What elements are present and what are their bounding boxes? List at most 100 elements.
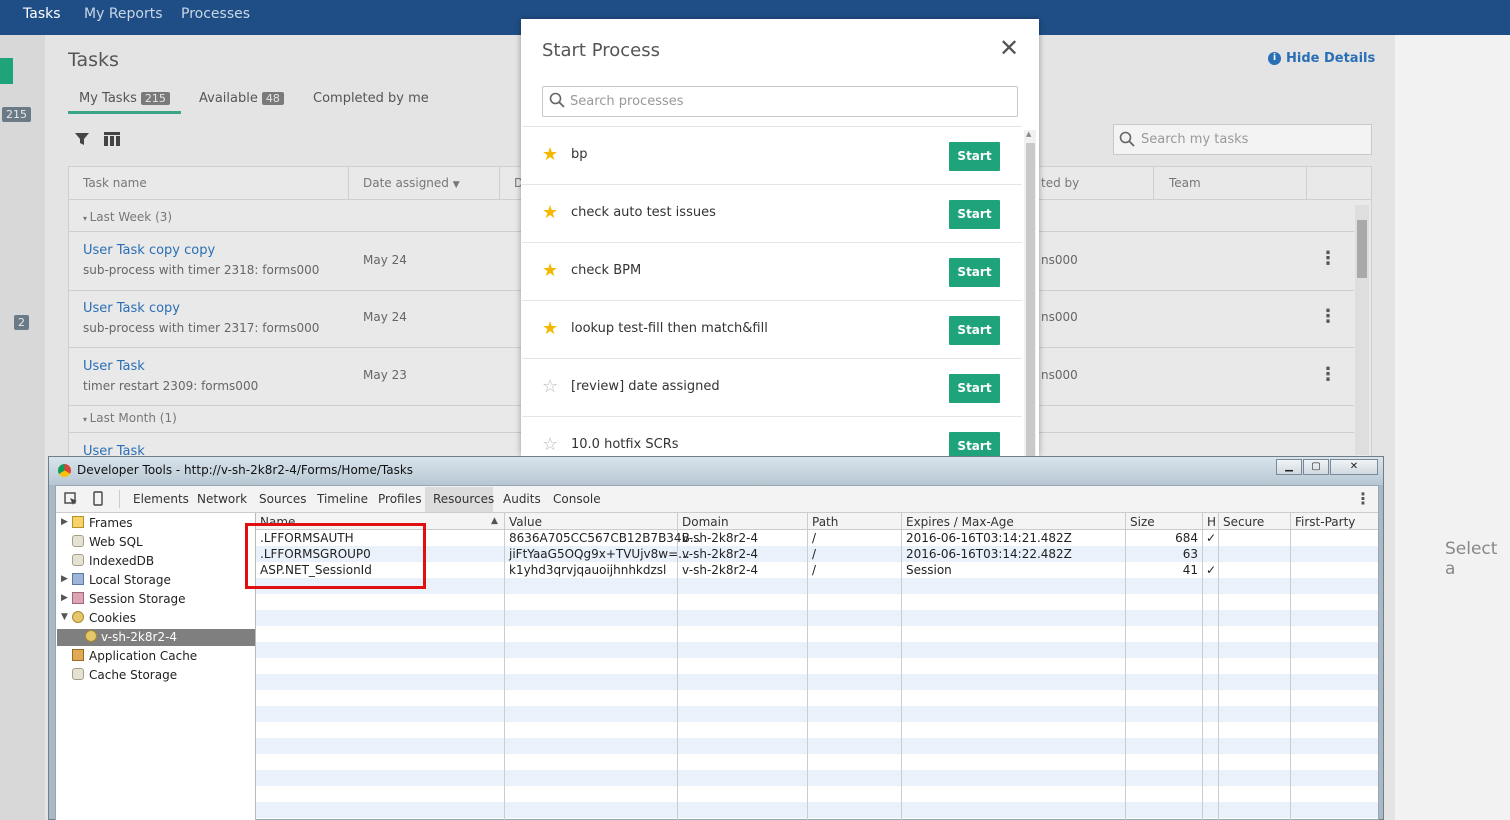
cookie-path[interactable]: / <box>812 563 816 577</box>
devtools-tab-sources[interactable]: Sources <box>259 492 306 506</box>
expand-arrow-icon[interactable]: ▶ <box>61 517 68 527</box>
star-filled-icon[interactable]: ★ <box>542 144 558 165</box>
nav-my-reports[interactable]: My Reports <box>84 6 163 22</box>
task-title-link[interactable]: User Task <box>83 359 145 374</box>
devtools-tab-network[interactable]: Network <box>197 492 247 506</box>
cookie-size[interactable]: 63 <box>1130 547 1198 561</box>
cookie-value[interactable]: jiFtYaaG5OQg9x+TVUjv8w=... <box>509 547 690 561</box>
storage-grid-icon <box>72 573 84 585</box>
star-filled-icon[interactable]: ★ <box>542 260 558 281</box>
search-tasks-input[interactable]: Search my tasks <box>1113 124 1372 155</box>
columns-icon[interactable] <box>103 131 121 151</box>
column-divider <box>1153 167 1154 199</box>
grid-header-first-party[interactable]: First-Party <box>1295 515 1355 529</box>
group-header-last-month[interactable]: ▾ Last Month (1) <box>83 411 177 425</box>
star-filled-icon[interactable]: ★ <box>542 202 558 223</box>
close-icon[interactable]: ✕ <box>999 34 1019 62</box>
device-mode-icon[interactable] <box>93 491 103 510</box>
grid-column-divider <box>901 513 902 820</box>
cookie-domain[interactable]: v-sh-2k8r2-4 <box>682 563 758 577</box>
row-menu-icon[interactable]: ⋮ <box>1319 364 1337 385</box>
cookie-path[interactable]: / <box>812 531 816 545</box>
filter-icon[interactable] <box>74 131 90 151</box>
devtools-tab-timeline[interactable]: Timeline <box>317 492 368 506</box>
process-name: lookup test-fill then match&fill <box>571 321 768 336</box>
tree-item-session-storage[interactable]: Session Storage <box>89 592 186 606</box>
table-scroll-thumb[interactable] <box>1357 220 1367 278</box>
grid-header-size[interactable]: Size <box>1130 515 1155 529</box>
grid-header-expires[interactable]: Expires / Max-Age <box>906 515 1014 529</box>
cookie-value[interactable]: 8636A705CC567CB12B7B34B... <box>509 531 701 545</box>
column-header-date-assigned[interactable]: Date assigned ▼ <box>363 176 460 190</box>
star-outline-icon[interactable]: ☆ <box>542 434 558 455</box>
hide-details-link[interactable]: i Hide Details <box>1268 51 1375 66</box>
collapse-arrow-icon[interactable]: ▼ <box>61 612 68 622</box>
page-title: Tasks <box>68 49 119 71</box>
cookie-domain[interactable]: v-sh-2k8r2-4 <box>682 531 758 545</box>
grid-header-http[interactable]: H <box>1207 515 1216 529</box>
row-menu-icon[interactable]: ⋮ <box>1319 248 1337 269</box>
minimize-icon[interactable]: ▁ <box>1276 459 1302 475</box>
grid-header-value[interactable]: Value <box>509 515 542 529</box>
star-filled-icon[interactable]: ★ <box>542 318 558 339</box>
tree-item-cookie-domain[interactable]: v-sh-2k8r2-4 <box>101 630 177 644</box>
devtools-tab-profiles[interactable]: Profiles <box>378 492 422 506</box>
column-header-team[interactable]: Team <box>1169 176 1201 190</box>
task-title-link[interactable]: User Task copy <box>83 301 180 316</box>
grid-stripe <box>256 642 1378 658</box>
tree-item-web-sql[interactable]: Web SQL <box>89 535 143 549</box>
devtools-tab-console[interactable]: Console <box>553 492 601 506</box>
cookie-size[interactable]: 41 <box>1130 563 1198 577</box>
tree-item-cookies[interactable]: Cookies <box>89 611 136 625</box>
cookie-expires[interactable]: Session <box>906 563 952 577</box>
tab-label: Available <box>199 91 258 106</box>
tree-item-cache-storage[interactable]: Cache Storage <box>89 668 177 682</box>
start-button[interactable]: Start <box>949 200 1000 229</box>
devtools-menu-icon[interactable]: ⋮ <box>1355 489 1371 508</box>
start-button[interactable]: Start <box>949 258 1000 287</box>
devtools-tab-audits[interactable]: Audits <box>503 492 541 506</box>
group-header-last-week[interactable]: ▾ Last Week (3) <box>83 210 172 224</box>
column-header-created-by[interactable]: ted by <box>1041 176 1079 190</box>
expand-arrow-icon[interactable]: ▶ <box>61 574 68 584</box>
tab-available[interactable]: Available 48 <box>199 91 284 106</box>
tree-item-application-cache[interactable]: Application Cache <box>89 649 197 663</box>
cookie-path[interactable]: / <box>812 547 816 561</box>
tree-item-frames[interactable]: Frames <box>89 516 133 530</box>
expand-arrow-icon[interactable]: ▶ <box>61 593 68 603</box>
process-list-scroll-thumb[interactable] <box>1026 143 1035 456</box>
search-processes-input[interactable]: Search processes <box>542 86 1018 117</box>
cookie-expires[interactable]: 2016-06-16T03:14:21.482Z <box>906 531 1072 545</box>
rail-new-button[interactable] <box>0 58 13 84</box>
star-outline-icon[interactable]: ☆ <box>542 376 558 397</box>
start-button[interactable]: Start <box>949 374 1000 403</box>
grid-header-path[interactable]: Path <box>812 515 838 529</box>
devtools-tab-resources[interactable]: Resources <box>433 492 494 506</box>
window-close-icon[interactable]: ✕ <box>1330 459 1378 475</box>
cookie-size[interactable]: 684 <box>1130 531 1198 545</box>
grid-stripe <box>256 610 1378 626</box>
cookie-httponly-check: ✓ <box>1206 531 1217 545</box>
nav-tasks[interactable]: Tasks <box>23 6 61 22</box>
start-button[interactable]: Start <box>949 316 1000 345</box>
cookie-value[interactable]: k1yhd3qrvjqauoijhnhkdzsl <box>509 563 666 577</box>
tab-my-tasks[interactable]: My Tasks 215 <box>79 91 170 106</box>
grid-header-domain[interactable]: Domain <box>682 515 729 529</box>
start-button[interactable]: Start <box>949 432 1000 456</box>
scroll-up-arrow-icon[interactable]: ▲ <box>1026 130 1031 138</box>
tree-item-local-storage[interactable]: Local Storage <box>89 573 171 587</box>
devtools-tab-elements[interactable]: Elements <box>133 492 189 506</box>
cookie-domain[interactable]: v-sh-2k8r2-4 <box>682 547 758 561</box>
column-header-task-name[interactable]: Task name <box>83 176 147 190</box>
grid-header-secure[interactable]: Secure <box>1223 515 1264 529</box>
nav-processes[interactable]: Processes <box>181 6 250 22</box>
inspect-element-icon[interactable] <box>64 492 78 510</box>
maximize-icon[interactable]: ▢ <box>1303 459 1329 475</box>
start-button[interactable]: Start <box>949 142 1000 171</box>
tab-completed-by-me[interactable]: Completed by me <box>313 91 429 106</box>
row-menu-icon[interactable]: ⋮ <box>1319 306 1337 327</box>
tree-item-indexeddb[interactable]: IndexedDB <box>89 554 154 568</box>
cookie-expires[interactable]: 2016-06-16T03:14:22.482Z <box>906 547 1072 561</box>
highlight-annotation-box <box>245 523 426 589</box>
task-title-link[interactable]: User Task copy copy <box>83 243 215 258</box>
